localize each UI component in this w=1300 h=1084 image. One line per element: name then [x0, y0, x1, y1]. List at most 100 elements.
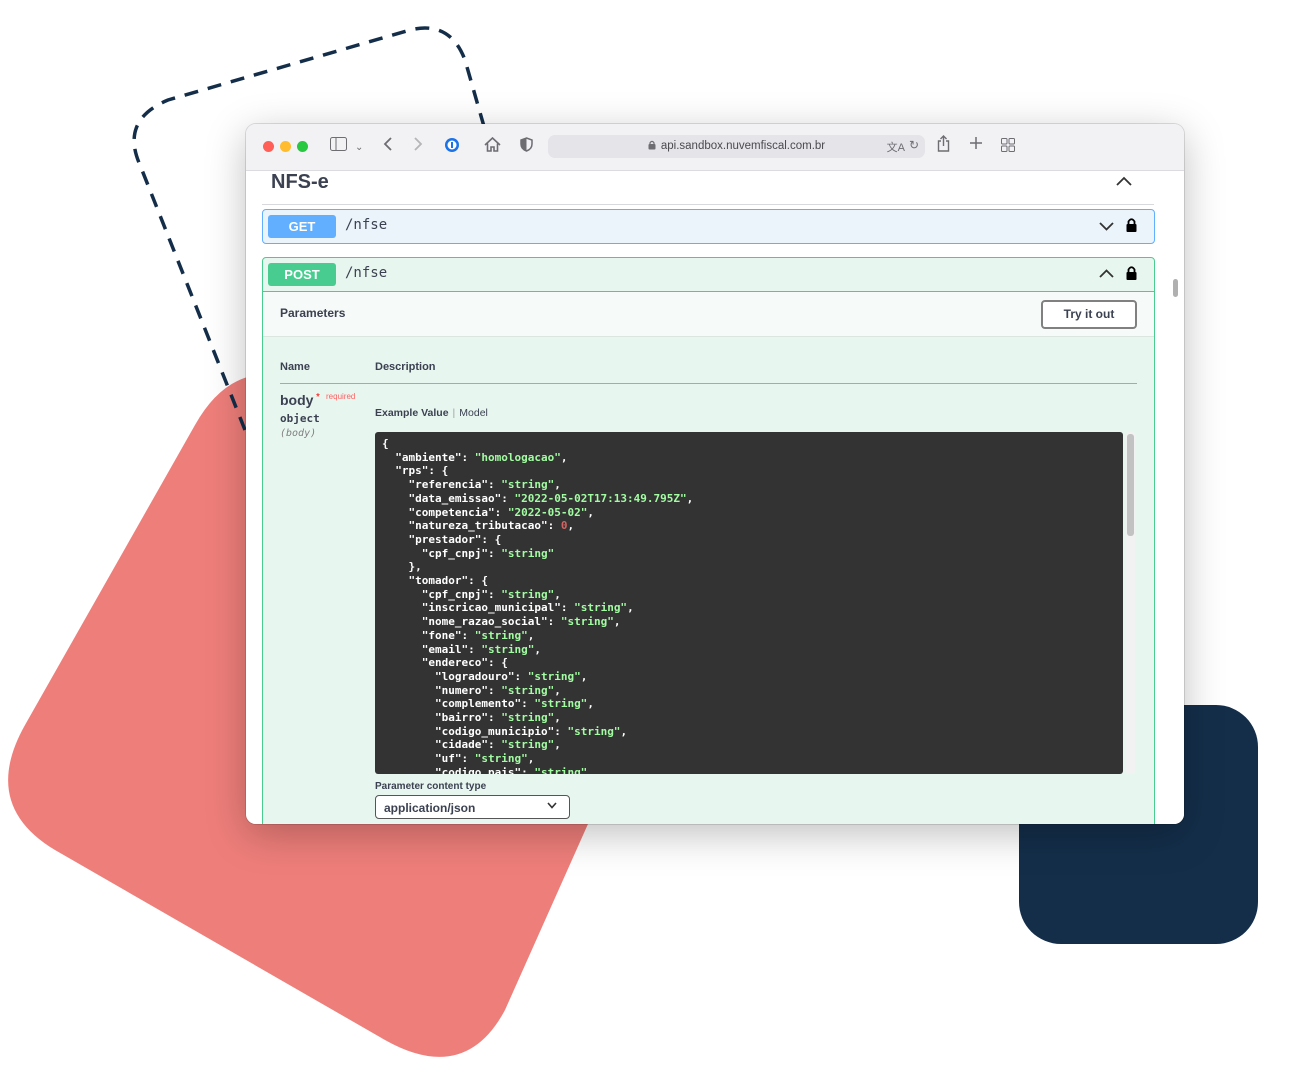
json-value: "string": [527, 669, 581, 683]
json-key: "nome_razao_social": [421, 615, 548, 629]
json-value: "string": [501, 478, 555, 492]
json-value: "string": [474, 752, 528, 766]
lock-icon: [648, 140, 656, 153]
tab-separator: |: [452, 407, 456, 419]
forward-icon[interactable]: [413, 137, 423, 156]
json-key: "prestador": [408, 532, 482, 546]
json-punct: {: [441, 464, 449, 478]
json-key: "competencia": [408, 505, 495, 519]
json-value: "homologacao": [474, 450, 561, 464]
json-line: "codigo_pais": "string",: [382, 766, 594, 774]
json-value: "2022-05-02T17:13:49.795Z": [514, 491, 687, 505]
json-line: "data_emissao": "2022-05-02T17:13:49.795…: [408, 491, 694, 505]
column-header-name: Name: [280, 361, 310, 373]
new-tab-icon[interactable]: [969, 136, 983, 155]
json-value: "string": [501, 587, 555, 601]
lock-icon[interactable]: [1126, 265, 1137, 281]
content-type-select[interactable]: application/json: [375, 795, 570, 819]
share-icon[interactable]: [937, 135, 950, 157]
json-line: "nome_razao_social": "string",: [421, 615, 621, 629]
shield-icon[interactable]: [520, 137, 533, 157]
json-line: "fone": "string",: [421, 628, 535, 642]
json-punct: {: [494, 532, 502, 546]
json-key: "numero": [434, 683, 488, 697]
address-bar[interactable]: api.sandbox.nuvemfiscal.com.br 文A ↻: [548, 135, 925, 158]
password-manager-icon[interactable]: [444, 137, 460, 158]
json-line: "natureza_tributacao": 0,: [408, 519, 575, 533]
json-value: "string": [567, 724, 621, 738]
operation-post-nfse: POST /nfse Parameters Try it out Name De…: [262, 257, 1155, 824]
column-header-description: Description: [375, 361, 436, 373]
json-line: "numero": "string",: [434, 683, 561, 697]
minimize-window-button[interactable]: [280, 141, 291, 152]
json-value: "2022-05-02": [507, 505, 588, 519]
zoom-window-button[interactable]: [297, 141, 308, 152]
tab-overview-icon[interactable]: [1001, 138, 1015, 157]
json-key: "cpf_cnpj": [421, 587, 488, 601]
operation-path: /nfse: [345, 217, 388, 233]
back-icon[interactable]: [383, 137, 393, 156]
parameter-name: body: [280, 392, 314, 408]
json-line: "complemento": "string",: [434, 697, 594, 711]
tab-model[interactable]: Model: [459, 407, 488, 419]
method-badge-post[interactable]: POST: [268, 263, 336, 286]
json-line: "tomador": {: [408, 574, 488, 588]
json-line: "email": "string",: [421, 642, 541, 656]
json-value: 0: [560, 519, 568, 533]
json-line: "cidade": "string",: [434, 738, 561, 752]
json-line: },: [382, 560, 422, 573]
json-value: "string": [481, 642, 535, 656]
json-line: "rps": {: [395, 464, 449, 478]
operation-path[interactable]: /nfse: [345, 265, 387, 281]
json-line: "codigo_municipio": "string",: [434, 724, 628, 738]
json-key: "rps": [395, 464, 429, 478]
json-line: "competencia": "2022-05-02",: [408, 505, 594, 519]
section-title[interactable]: NFS-e: [271, 171, 329, 194]
code-scrollbar-thumb[interactable]: [1127, 434, 1134, 536]
json-line: "uf": "string",: [434, 752, 535, 766]
json-value: "string": [534, 765, 588, 774]
json-value: "string": [501, 711, 555, 725]
json-key: "tomador": [408, 574, 469, 588]
close-window-button[interactable]: [263, 141, 274, 152]
json-key: "inscricao_municipal": [421, 601, 561, 615]
json-punct: {: [501, 656, 508, 670]
json-punct: {: [382, 437, 389, 450]
json-line: "bairro": "string",: [434, 711, 561, 725]
lock-icon[interactable]: [1126, 217, 1137, 233]
translate-icon[interactable]: 文A: [887, 139, 905, 155]
chevron-down-icon[interactable]: [1099, 222, 1114, 231]
json-value: "string": [534, 697, 588, 711]
chevron-down-icon[interactable]: ⌄: [355, 139, 363, 157]
json-key: "email": [421, 642, 469, 656]
json-value: "string": [501, 683, 555, 697]
json-line: "referencia": "string",: [408, 478, 561, 492]
json-line: "prestador": {: [408, 532, 502, 546]
chevron-up-icon[interactable]: [1116, 176, 1132, 186]
json-key: "fone": [421, 628, 462, 642]
operation-get-nfse[interactable]: GET /nfse: [262, 209, 1155, 244]
page-content: NFS-e GET /nfse POST /nfse Parameters Tr…: [246, 171, 1184, 824]
chevron-up-icon[interactable]: [1099, 269, 1114, 278]
tab-example-value[interactable]: Example Value: [375, 407, 449, 419]
section-divider: [262, 204, 1154, 205]
json-key: "complemento": [434, 697, 522, 711]
json-key: "referencia": [408, 478, 488, 492]
parameters-header: Parameters Try it out: [263, 291, 1154, 337]
code-scrollbar[interactable]: [1126, 432, 1135, 774]
json-punct: {: [481, 574, 488, 588]
page-scrollbar-thumb[interactable]: [1173, 279, 1178, 297]
example-json[interactable]: { "ambiente": "homologacao", "rps": { "r…: [375, 432, 1123, 774]
reload-icon[interactable]: ↻: [909, 138, 919, 152]
content-type-value: application/json: [384, 801, 476, 815]
json-value: "string": [574, 601, 628, 615]
try-it-out-button[interactable]: Try it out: [1041, 300, 1137, 329]
home-icon[interactable]: [484, 136, 501, 157]
json-key: "codigo_pais": [434, 765, 522, 774]
json-punct: },: [408, 560, 422, 574]
address-text[interactable]: api.sandbox.nuvemfiscal.com.br: [548, 140, 925, 153]
sidebar-icon[interactable]: [330, 137, 347, 156]
chevron-down-icon: [547, 802, 557, 809]
json-line: "endereco": {: [421, 656, 508, 670]
example-value-editor[interactable]: { "ambiente": "homologacao", "rps": { "r…: [375, 432, 1123, 774]
